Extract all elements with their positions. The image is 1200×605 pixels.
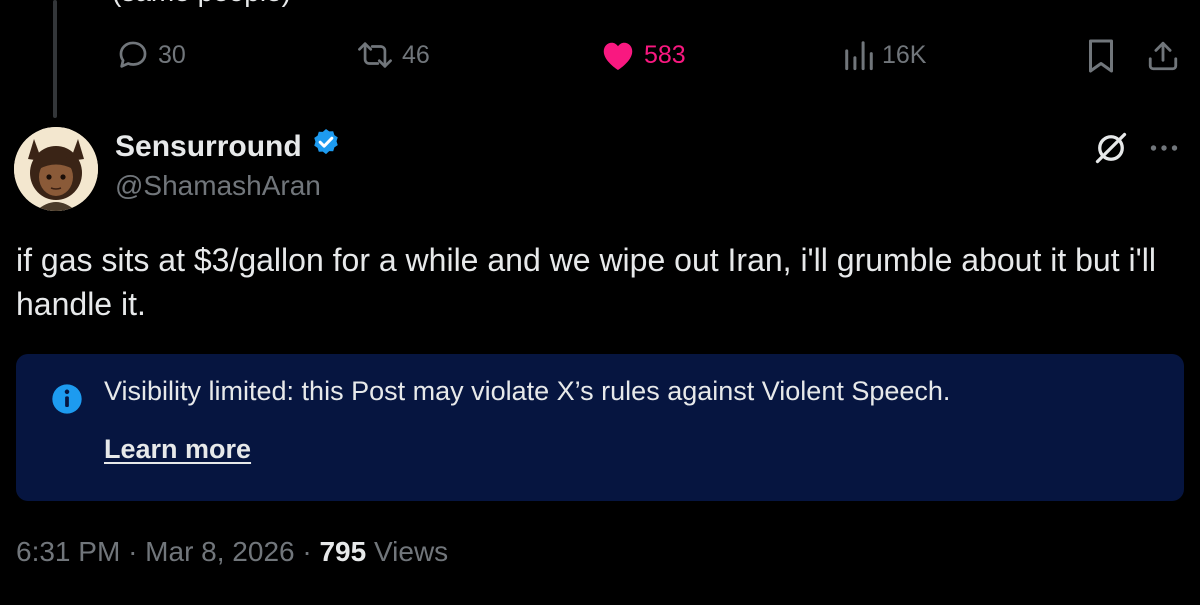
author-display-name: Sensurround: [115, 130, 302, 163]
repost-button[interactable]: 46: [356, 38, 430, 72]
more-options-icon[interactable]: [1146, 130, 1182, 171]
share-icon: [1146, 38, 1180, 74]
avatar[interactable]: [14, 127, 98, 211]
previous-post-text: (same people): [112, 0, 291, 8]
post-date[interactable]: Mar 8, 2026: [145, 536, 294, 567]
meta-separator: ·: [128, 536, 138, 567]
post-views-label: Views: [373, 536, 449, 567]
grok-icon[interactable]: [1093, 130, 1129, 171]
views-button[interactable]: 16K: [844, 38, 926, 72]
author-handle[interactable]: @ShamashAran: [115, 170, 321, 202]
bar-chart-icon: [844, 38, 874, 72]
post-time[interactable]: 6:31 PM: [16, 536, 120, 567]
visibility-notice: Visibility limited: this Post may violat…: [16, 354, 1184, 501]
meta-separator-2: ·: [302, 536, 312, 567]
verified-badge-icon: [310, 127, 342, 167]
share-button[interactable]: [1146, 38, 1180, 74]
post-metadata: 6:31 PM · Mar 8, 2026 · 795 Views: [16, 536, 448, 568]
views-count: 16K: [882, 40, 927, 69]
bookmark-icon: [1086, 38, 1116, 74]
author-name[interactable]: Sensurround: [115, 127, 342, 167]
repost-count: 46: [402, 40, 430, 69]
reply-button[interactable]: 30: [116, 38, 186, 72]
bookmark-button[interactable]: [1086, 38, 1116, 74]
repost-icon: [356, 38, 394, 72]
heart-icon: [600, 38, 636, 72]
reply-icon: [116, 38, 150, 72]
like-button[interactable]: 583: [600, 38, 686, 72]
post-text: if gas sits at $3/gallon for a while and…: [16, 242, 1156, 322]
visibility-notice-text: Visibility limited: this Post may violat…: [104, 376, 951, 406]
learn-more-link[interactable]: Learn more: [104, 434, 251, 465]
post-views-count: 795: [319, 536, 367, 567]
reply-count: 30: [158, 40, 186, 69]
info-icon: [51, 383, 83, 420]
like-count: 583: [644, 40, 686, 69]
previous-post-actions: 30 46 583 16K: [0, 38, 1200, 84]
